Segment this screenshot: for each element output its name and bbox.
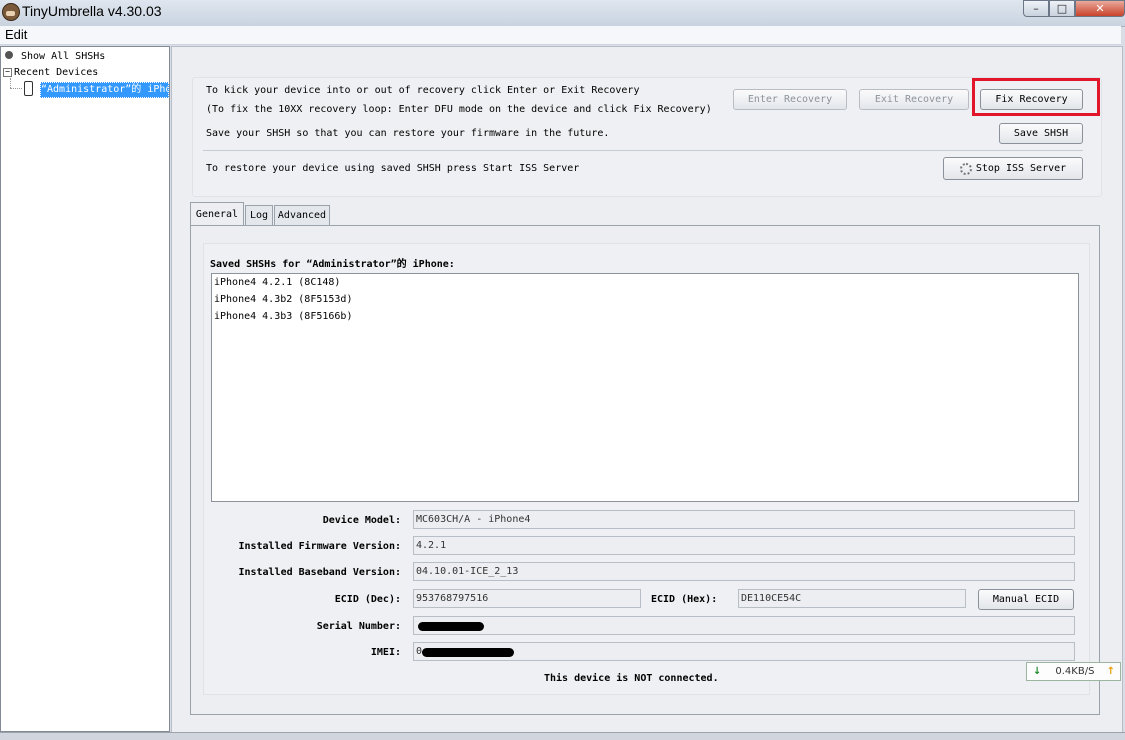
imei-label: IMEI: — [370, 647, 401, 658]
divider — [203, 150, 1083, 151]
tree-device-item[interactable]: “Administrator”的 iPhone — [40, 82, 169, 98]
recovery-loop-hint: (To fix the 10XX recovery loop: Enter DF… — [206, 104, 712, 115]
ecid-dec-label: ECID (Dec): — [334, 594, 401, 605]
tab-log[interactable]: Log — [245, 205, 273, 225]
stop-iss-server-button[interactable]: Stop ISS Server — [943, 157, 1083, 180]
save-shsh-hint: Save your SHSH so that you can restore y… — [206, 128, 610, 139]
ecid-dec-field: 953768797516 — [413, 589, 641, 608]
network-speed: 0.4KB/S — [1055, 666, 1095, 677]
title-bar: TinyUmbrella v4.30.03 – □ ✕ — [0, 0, 1125, 27]
firmware-field: 4.2.1 — [413, 536, 1075, 555]
exit-recovery-button[interactable]: Exit Recovery — [859, 89, 969, 110]
maximize-button[interactable]: □ — [1049, 0, 1075, 17]
close-button[interactable]: ✕ — [1075, 0, 1125, 17]
serial-label: Serial Number: — [316, 621, 401, 632]
connection-status: This device is NOT connected. — [544, 673, 719, 684]
device-model-label: Device Model: — [322, 515, 401, 526]
firmware-label: Installed Firmware Version: — [238, 541, 401, 552]
menu-edit[interactable]: Edit — [5, 27, 27, 42]
menu-bar: Edit — [0, 26, 1121, 45]
imei-redaction — [422, 648, 514, 657]
phone-icon — [24, 81, 33, 96]
recovery-instructions: To kick your device into or out of recov… — [206, 85, 640, 96]
list-item[interactable]: iPhone4 4.3b2 (8F5153d) — [214, 294, 352, 305]
restore-hint: To restore your device using saved SHSH … — [206, 163, 580, 174]
ecid-hex-field: DE110CE54C — [738, 589, 966, 608]
red-highlight-box — [972, 78, 1100, 116]
baseband-field: 04.10.01-ICE_2_13 — [413, 562, 1075, 581]
device-model-field: MC603CH/A - iPhone4 — [413, 510, 1075, 529]
tree-show-all-shsh[interactable]: Show All SHSHs — [21, 51, 105, 62]
enter-recovery-button[interactable]: Enter Recovery — [733, 89, 847, 110]
shsh-list[interactable]: iPhone4 4.2.1 (8C148) iPhone4 4.3b2 (8F5… — [211, 273, 1079, 502]
tree-connector — [10, 88, 22, 89]
saved-shsh-heading: Saved SHSHs for “Administrator”的 iPhone: — [210, 259, 455, 270]
network-speed-widget: ↓ 0.4KB/S ↑ — [1026, 662, 1121, 681]
list-item[interactable]: iPhone4 4.2.1 (8C148) — [214, 277, 340, 288]
tab-advanced[interactable]: Advanced — [274, 205, 330, 225]
spinner-icon — [959, 162, 972, 175]
serial-field — [413, 616, 1075, 635]
minimize-button[interactable]: – — [1023, 0, 1049, 17]
save-shsh-button[interactable]: Save SHSH — [999, 123, 1083, 144]
gear-icon — [5, 51, 13, 59]
window-title: TinyUmbrella v4.30.03 — [22, 3, 162, 19]
app-icon — [2, 3, 20, 21]
device-tree — [0, 46, 170, 732]
list-item[interactable]: iPhone4 4.3b3 (8F5166b) — [214, 311, 352, 322]
tab-general[interactable]: General — [190, 202, 244, 225]
window-controls: – □ ✕ — [1023, 0, 1125, 18]
baseband-label: Installed Baseband Version: — [238, 567, 401, 578]
collapse-icon[interactable]: − — [3, 68, 12, 77]
serial-redaction — [418, 622, 484, 631]
tree-recent-devices[interactable]: Recent Devices — [14, 67, 98, 78]
manual-ecid-button[interactable]: Manual ECID — [978, 589, 1074, 610]
upload-arrow-icon: ↑ — [1106, 666, 1115, 677]
ecid-hex-label: ECID (Hex): — [651, 594, 718, 605]
download-arrow-icon: ↓ — [1033, 666, 1042, 677]
stop-iss-server-label: Stop ISS Server — [975, 163, 1067, 174]
tree-connector — [10, 78, 11, 88]
